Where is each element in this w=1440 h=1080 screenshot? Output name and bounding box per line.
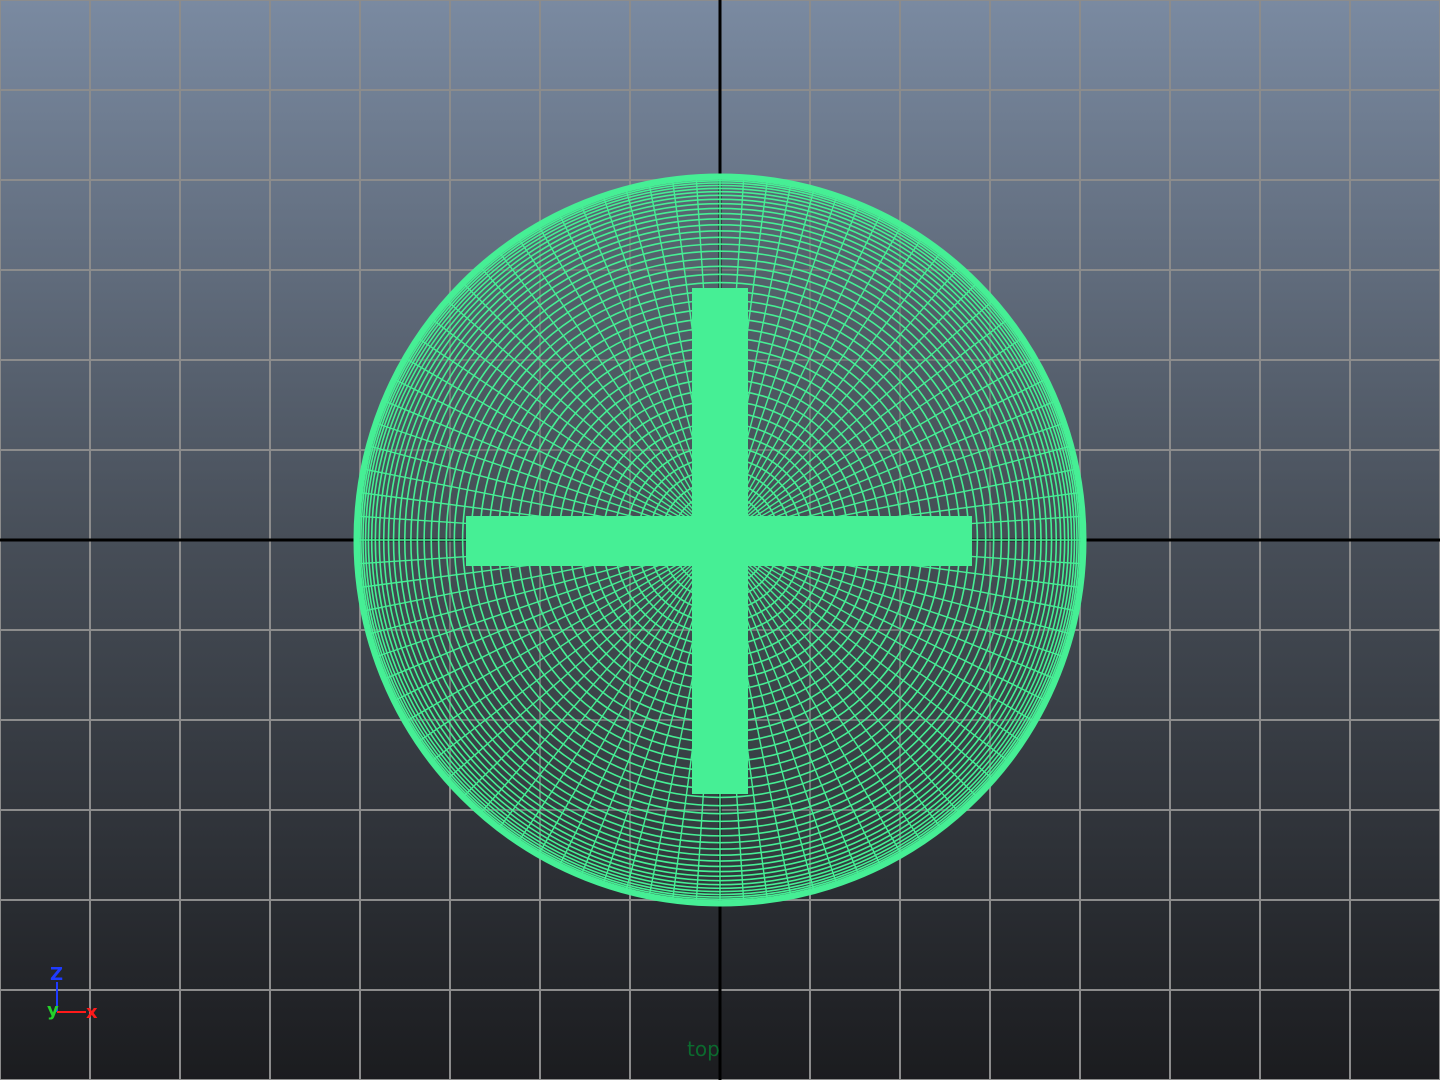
viewport-canvas[interactable] [0, 0, 1440, 1080]
gizmo-x-label: x [86, 1002, 98, 1023]
viewport-panel[interactable]: Z y x top [0, 0, 1440, 1080]
view-axis-gizmo: Z y x [47, 964, 98, 1023]
gizmo-y-label: y [47, 1000, 59, 1021]
camera-name-label: top [687, 1037, 720, 1061]
sphere-dense-edge-band-horizontal [466, 516, 972, 566]
gizmo-z-label: Z [50, 964, 63, 985]
selected-sphere-wireframe[interactable] [353, 173, 1087, 907]
